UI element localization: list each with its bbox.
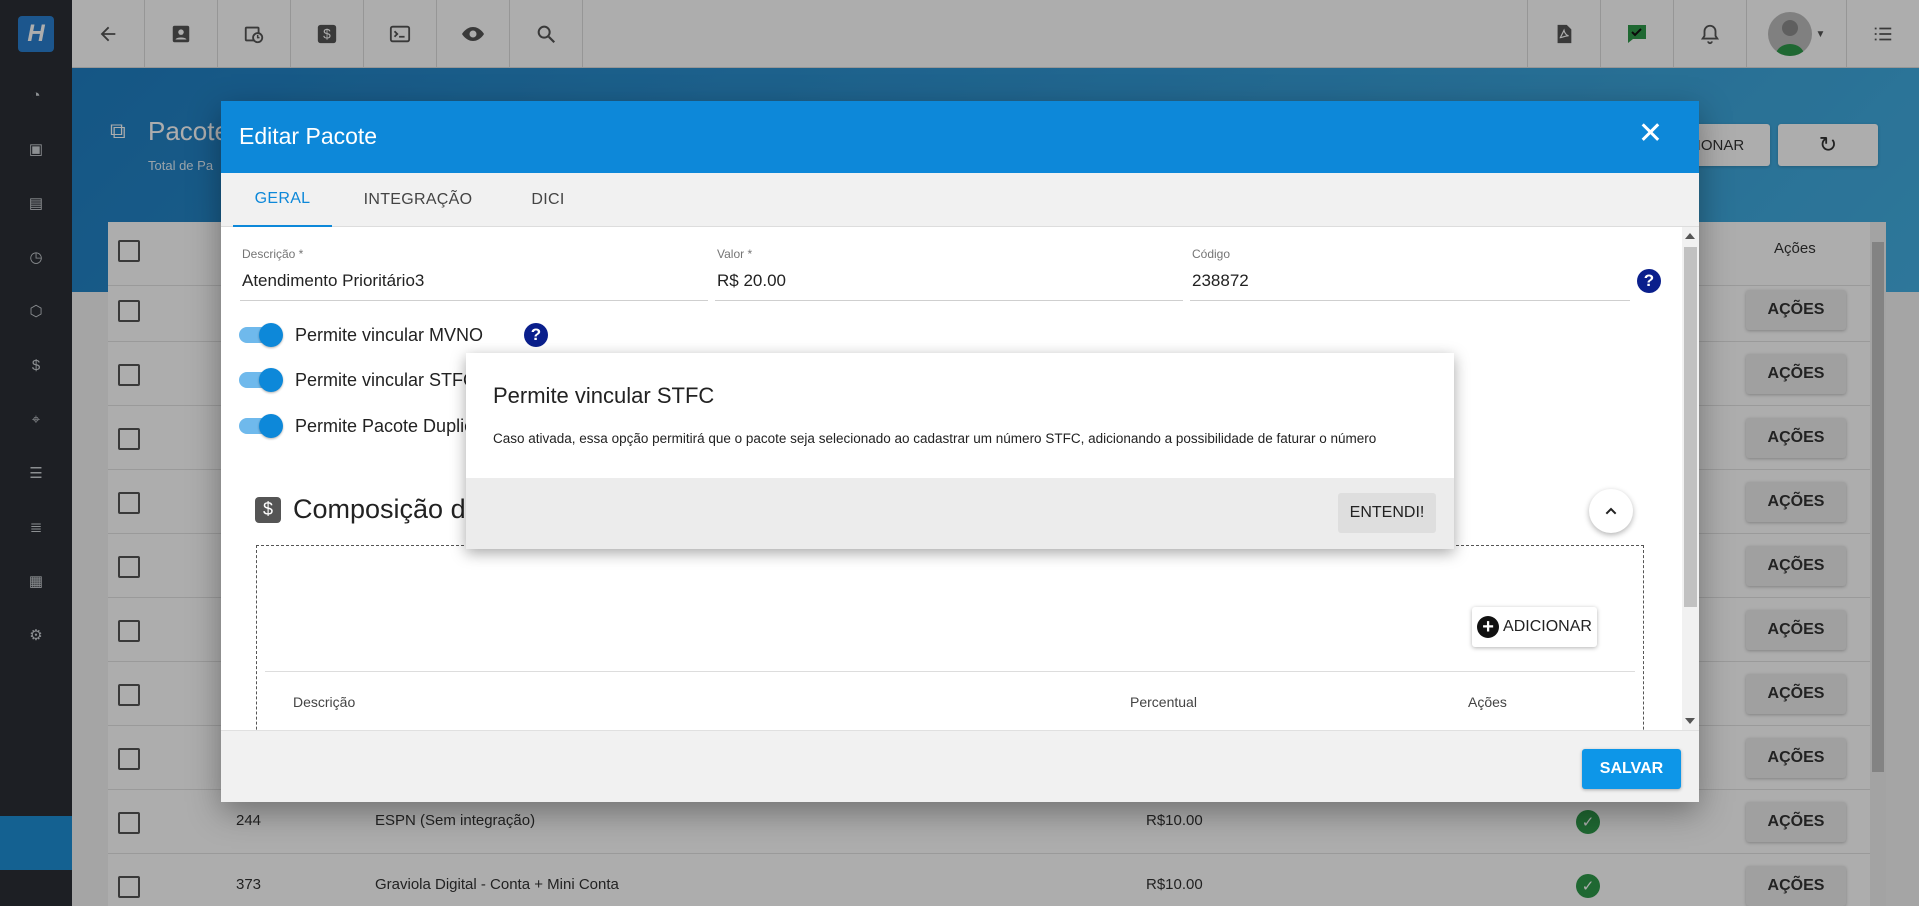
tab-geral[interactable]: GERAL [233,173,332,227]
descricao-input[interactable]: Atendimento Prioritário3 [242,271,424,291]
tab-dici[interactable]: DICI [503,173,593,227]
valor-label: Valor * [717,247,753,261]
stfc-toggle[interactable] [239,368,283,392]
popover-footer: ENTENDI! [466,478,1454,549]
popover-title: Permite vincular STFC [493,383,715,408]
collapse-chevron-up-icon[interactable] [1589,489,1633,533]
close-icon[interactable]: ✕ [1638,119,1663,149]
toggle-row-mvno[interactable]: Permite vincular MVNO [239,321,483,349]
modal-scrollbar-thumb[interactable] [1684,247,1697,607]
codigo-input[interactable]: 238872 [1192,271,1249,291]
modal-title: Editar Pacote [239,123,378,149]
modal-scrollbar[interactable] [1682,227,1699,730]
tab-integracao[interactable]: INTEGRAÇÃO [343,173,493,227]
codigo-field[interactable]: Código 238872 [1190,247,1630,301]
scroll-down-arrow-icon[interactable] [1685,718,1695,724]
scroll-up-arrow-icon[interactable] [1685,233,1695,239]
modal-footer: SALVAR [221,730,1699,802]
codigo-label: Código [1192,247,1231,261]
modal-header: Editar Pacote ✕ [221,101,1699,173]
composition-title-text: Composição de [293,494,481,524]
duplicado-toggle[interactable] [239,414,283,438]
composition-section-title: $ Composição de [255,494,481,525]
save-button[interactable]: SALVAR [1582,749,1681,789]
valor-field[interactable]: Valor * R$ 20.00 [715,247,1183,301]
divider [265,671,1635,672]
modal-tabs: GERAL INTEGRAÇÃO DICI [221,173,1699,227]
mvno-help-icon[interactable]: ? [524,323,548,347]
composition-area: + ADICIONAR Descrição Percentual Ações [256,545,1644,730]
toggle-row-stfc[interactable]: Permite vincular STFC [239,366,476,394]
popover-text: Caso ativada, essa opção permitirá que o… [493,431,1377,446]
help-popover: Permite vincular STFC Caso ativada, essa… [466,353,1454,549]
col-header-descricao[interactable]: Descrição [293,694,355,710]
toggle-row-duplicado[interactable]: Permite Pacote Duplica [239,412,483,440]
add-composition-label: ADICIONAR [1503,618,1592,635]
plus-circle-icon: + [1477,616,1500,638]
col-header-acoes: Ações [1468,694,1507,710]
add-composition-button[interactable]: + ADICIONAR [1472,607,1597,647]
mvno-toggle[interactable] [239,323,283,347]
duplicado-toggle-label: Permite Pacote Duplica [295,415,484,436]
entendi-button[interactable]: ENTENDI! [1338,493,1436,533]
dollar-icon: $ [255,496,281,523]
codigo-help-icon[interactable]: ? [1637,269,1661,293]
col-header-percentual[interactable]: Percentual [1130,694,1197,710]
descricao-label: Descrição * [242,247,304,261]
valor-input[interactable]: R$ 20.00 [717,271,786,291]
stfc-toggle-label: Permite vincular STFC [295,369,477,390]
mvno-toggle-label: Permite vincular MVNO [295,324,484,345]
descricao-field[interactable]: Descrição * Atendimento Prioritário3 [240,247,708,301]
